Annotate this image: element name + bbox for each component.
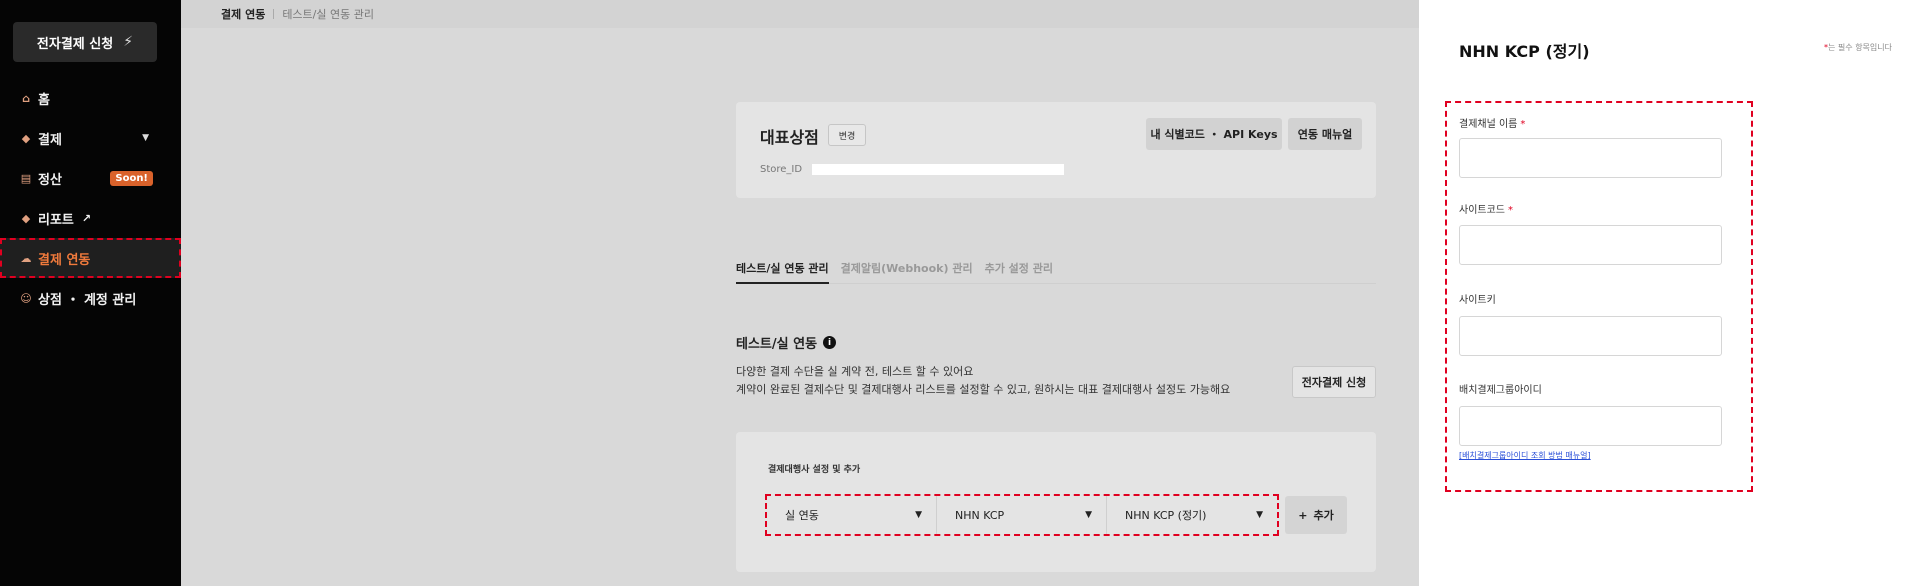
store-id-value [812, 164, 1064, 175]
sidebar-item-store-account[interactable]: ☺ 상점 ・ 계정 관리 [0, 278, 181, 318]
handshake-icon: ☁ [20, 251, 32, 265]
sidebar-item-home[interactable]: ⌂ 홈 [0, 78, 181, 118]
pg-settings-label: 결제대행사 설정 및 추가 [768, 465, 861, 475]
channel-name-input[interactable] [1459, 138, 1722, 178]
caret-down-icon: ▼ [1256, 510, 1263, 520]
sidebar-item-report[interactable]: ◆ 리포트 ↗ [0, 198, 181, 238]
tab-webhook[interactable]: 결제알림(Webhook) 관리 [841, 258, 973, 283]
caret-down-icon: ▼ [915, 510, 922, 520]
sidebar-item-label: 결제 [38, 132, 62, 148]
required-star: * [1508, 205, 1513, 216]
batch-group-id-input[interactable] [1459, 406, 1722, 446]
store-card: 대표상점 변경 내 식별코드 ・ API Keys 연동 매뉴얼 Store_I… [736, 102, 1376, 198]
breadcrumb-separator [273, 9, 275, 19]
sidebar-item-settlement[interactable]: ▤ 정산 Soon! [0, 158, 181, 198]
document-icon: ▤ [20, 171, 32, 185]
sidebar-item-label: 상점 ・ 계정 관리 [38, 292, 137, 308]
section-title-text: 테스트/실 연동 [736, 337, 818, 352]
section-title: 테스트/실 연동 i [736, 333, 837, 352]
required-note: *는 필수 항목입니다 [1824, 42, 1892, 53]
breadcrumb-sub[interactable]: 테스트/실 연동 관리 [282, 6, 374, 22]
sidebar-item-payment[interactable]: ◆ 결제 ▼ [0, 118, 181, 158]
required-note-text: 는 필수 항목입니다 [1828, 43, 1892, 52]
breadcrumb: 결제 연동 테스트/실 연동 관리 [181, 0, 1419, 28]
store-title: 대표상점 [760, 128, 819, 147]
site-code-label: 사이트코드 * [1459, 201, 1513, 216]
api-keys-button[interactable]: 내 식별코드 ・ API Keys [1146, 118, 1282, 150]
sidebar-item-label: 홈 [38, 92, 50, 108]
site-code-label-text: 사이트코드 [1459, 205, 1505, 216]
layers-icon: ◆ [21, 211, 31, 225]
pg-settings-card: 결제대행사 설정 및 추가 실 연동 ▼ NHN KCP ▼ NHN KCP (… [736, 432, 1376, 572]
section-description-1: 다양한 결제 수단을 실 계약 전, 테스트 할 수 있어요 [736, 365, 974, 378]
integration-manual-button[interactable]: 연동 매뉴얼 [1288, 118, 1362, 150]
main-content: 결제 연동 테스트/실 연동 관리 대표상점 변경 내 식별코드 ・ API K… [181, 0, 1419, 586]
home-icon: ⌂ [22, 91, 30, 105]
section-description-2: 계약이 완료된 결제수단 및 결제대행사 리스트를 설정할 수 있고, 원하시는… [736, 383, 1231, 396]
site-key-label: 사이트키 [1459, 295, 1496, 306]
batch-group-id-label: 배치결제그룹아이디 [1459, 385, 1542, 396]
layers-icon: ◆ [21, 131, 31, 145]
pg-channel-select-value: NHN KCP (정기) [1125, 509, 1207, 522]
batch-group-id-help-link[interactable]: [배치결제그룹아이디 조회 방법 매뉴얼] [1459, 450, 1591, 461]
payment-apply-button-secondary[interactable]: 전자결제 신청 [1292, 366, 1376, 398]
tab-additional-settings[interactable]: 추가 설정 관리 [985, 258, 1053, 283]
caret-down-icon: ▼ [1085, 510, 1092, 520]
pg-channel-select[interactable]: NHN KCP (정기) ▼ [1107, 496, 1277, 534]
site-code-input[interactable] [1459, 225, 1722, 265]
required-star: * [1520, 119, 1526, 130]
mode-select[interactable]: 실 연동 ▼ [767, 496, 937, 534]
soon-badge: Soon! [110, 170, 153, 186]
tab-bar: 테스트/실 연동 관리 결제알림(Webhook) 관리 추가 설정 관리 [736, 258, 1376, 284]
pg-provider-select-value: NHN KCP [955, 508, 1005, 522]
site-key-input[interactable] [1459, 316, 1722, 356]
add-pg-button[interactable]: + 추가 [1285, 496, 1347, 534]
channel-form: 결제채널 이름 * 사이트코드 * 사이트키 배치결제그룹아이디 [배치결제그룹아이… [1445, 101, 1753, 492]
channel-name-label: 결제채널 이름 * [1459, 115, 1525, 130]
external-link-icon: ↗ [81, 211, 92, 225]
sidebar-item-label: 정산 [38, 172, 62, 188]
change-store-button[interactable]: 변경 [828, 124, 866, 146]
panel-title: NHN KCP (정기) [1459, 42, 1590, 61]
breadcrumb-current[interactable]: 결제 연동 [221, 6, 265, 22]
sidebar-item-label: 결제 연동 [38, 252, 91, 268]
mode-select-value: 실 연동 [785, 509, 819, 522]
user-icon: ☺ [20, 291, 32, 305]
sidebar-item-integration[interactable]: ☁ 결제 연동 [0, 238, 181, 278]
info-icon[interactable]: i [823, 336, 837, 349]
plus-icon: + [1298, 508, 1308, 522]
add-pg-label: 추가 [1313, 509, 1334, 522]
store-id-label: Store_ID [760, 164, 803, 175]
pg-select-group: 실 연동 ▼ NHN KCP ▼ NHN KCP (정기) ▼ [765, 494, 1279, 536]
sidebar: 전자결제 신청 ⚡ ⌂ 홈 ◆ 결제 ▼ ▤ 정산 Soon! ◆ 리포트 ↗ … [0, 0, 181, 586]
sidebar-item-label: 리포트 [38, 212, 74, 228]
pg-provider-select[interactable]: NHN KCP ▼ [937, 496, 1107, 534]
tab-test-live[interactable]: 테스트/실 연동 관리 [736, 258, 829, 284]
caret-down-icon: ▼ [142, 133, 149, 143]
channel-name-label-text: 결제채널 이름 [1459, 119, 1518, 130]
payment-apply-button[interactable]: 전자결제 신청 ⚡ [13, 22, 157, 62]
channel-detail-panel: NHN KCP (정기) *는 필수 항목입니다 결제채널 이름 * 사이트코드 *… [1419, 0, 1906, 586]
payment-apply-label: 전자결제 신청 [36, 36, 114, 52]
lightning-icon: ⚡ [123, 34, 134, 50]
